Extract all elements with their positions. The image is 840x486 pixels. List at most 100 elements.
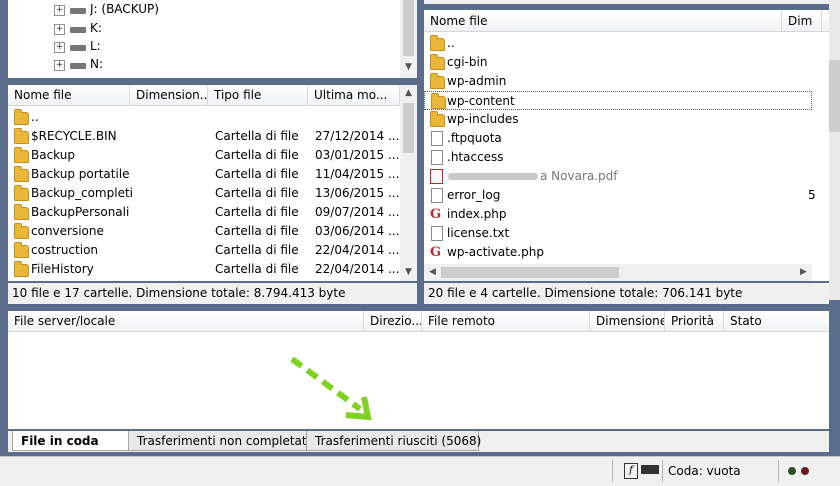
status-separator — [612, 460, 613, 482]
list-item[interactable]: G index.php — [424, 205, 812, 224]
queue-status-label: Coda: vuota — [668, 464, 741, 478]
column-header-remote-file[interactable]: File remoto — [422, 311, 590, 331]
file-name: wp-activate.php — [447, 245, 544, 259]
file-name: $RECYCLE.BIN — [31, 129, 117, 143]
file-date: 03/06/2014 ... — [315, 224, 400, 238]
column-header-type[interactable]: Tipo file — [208, 85, 308, 105]
php-icon: G — [430, 207, 442, 222]
scroll-up-icon[interactable]: ▲ — [400, 85, 417, 102]
expand-icon[interactable]: + — [54, 5, 65, 16]
tree-item[interactable]: + N: — [8, 55, 417, 74]
list-item[interactable]: cgi-bin — [424, 53, 812, 72]
tab-queued-files[interactable]: File in coda — [12, 431, 129, 451]
list-item[interactable]: G wp-activate.php — [424, 243, 812, 262]
remote-list-header: Nome file Dim — [424, 11, 829, 32]
file-name: a Novara.pdf — [540, 169, 618, 183]
file-icon — [431, 150, 443, 165]
remote-status-bar: 20 file e 4 cartelle. Dimensione totale:… — [424, 283, 829, 304]
expand-icon[interactable]: + — [54, 60, 65, 71]
window-scrollbar[interactable] — [829, 0, 840, 300]
scroll-right-icon[interactable]: ▶ — [795, 264, 812, 281]
tree-item[interactable]: + J: (BACKUP) — [8, 0, 417, 19]
local-tree-panel[interactable]: + J: (BACKUP) + K: + L: + N: ▼ — [8, 0, 417, 78]
tab-failed-transfers[interactable]: Trasferimenti non completati — [128, 431, 310, 451]
local-list-header: Nome file Dimension... Tipo file Ultima … — [8, 85, 400, 106]
list-item[interactable]: $RECYCLE.BIN Cartella di file 27/12/2014… — [8, 127, 400, 146]
file-name: .. — [447, 36, 455, 50]
folder-icon — [14, 109, 29, 125]
list-item[interactable]: Backup_completi Cartella di file 13/06/2… — [8, 184, 400, 203]
list-item[interactable]: .. — [8, 108, 400, 127]
tree-scrollbar[interactable]: ▼ — [400, 0, 417, 78]
scroll-thumb[interactable] — [829, 60, 840, 132]
activity-led-download-icon — [801, 467, 809, 475]
list-item[interactable]: Backup Cartella di file 03/01/2015 ... — [8, 146, 400, 165]
file-icon — [431, 226, 443, 241]
remote-horizontal-scrollbar[interactable]: ◀ ▶ — [424, 264, 812, 281]
list-item[interactable]: wp-admin — [424, 72, 812, 91]
column-header-size[interactable]: Dim — [782, 11, 822, 31]
list-item[interactable]: license.txt — [424, 224, 812, 243]
expand-icon[interactable]: + — [54, 42, 65, 53]
column-header-name[interactable]: Nome file — [424, 11, 782, 31]
list-item[interactable]: BackupPersonali Cartella di file 09/07/2… — [8, 203, 400, 222]
column-header-status[interactable]: Stato — [724, 311, 829, 331]
column-header-size[interactable]: Dimension... — [130, 85, 208, 105]
annotation-arrow — [290, 356, 372, 421]
local-file-list[interactable]: Nome file Dimension... Tipo file Ultima … — [8, 85, 417, 281]
list-item[interactable]: .. — [424, 34, 812, 53]
file-icon — [431, 131, 443, 146]
folder-icon — [14, 147, 29, 163]
activity-led-upload-icon — [788, 467, 796, 475]
file-date: 09/07/2014 ... — [315, 205, 400, 219]
file-name: .ftpquota — [447, 131, 502, 145]
column-header-priority[interactable]: Priorità — [665, 311, 724, 331]
remote-file-list[interactable]: Nome file Dim .. cgi-bin wp-admin wp-con… — [424, 10, 829, 281]
local-list-scrollbar[interactable]: ▲ ▼ — [400, 85, 417, 281]
php-icon: G — [430, 245, 442, 260]
file-date: 22/04/2014 ... — [315, 262, 400, 276]
list-item[interactable]: FileHistory Cartella di file 22/04/2014 … — [8, 260, 400, 279]
column-header-direction[interactable]: Direzio... — [364, 311, 422, 331]
file-name: FileHistory — [31, 262, 94, 276]
column-header-size[interactable]: Dimensione — [590, 311, 665, 331]
file-type: Cartella di file — [215, 243, 299, 257]
list-item[interactable]: error_log 5 — [424, 186, 816, 205]
binary-mode-icon[interactable] — [641, 465, 659, 474]
list-item[interactable]: Backup portatile Cartella di file 11/04/… — [8, 165, 400, 184]
file-name: cgi-bin — [447, 55, 488, 69]
tree-item[interactable]: + K: — [8, 19, 417, 38]
list-item[interactable]: .htaccess — [424, 148, 812, 167]
file-type: Cartella di file — [215, 148, 299, 162]
file-name: wp-admin — [447, 74, 507, 88]
filter-icon[interactable]: f — [624, 463, 638, 479]
list-item[interactable]: wp-includes — [424, 110, 812, 129]
scroll-left-icon[interactable]: ◀ — [424, 264, 441, 281]
column-header-local-file[interactable]: File server/locale — [8, 311, 364, 331]
scroll-thumb[interactable] — [441, 267, 619, 278]
list-item[interactable]: costruction Cartella di file 22/04/2014 … — [8, 241, 400, 260]
list-item[interactable]: a Novara.pdf — [424, 167, 812, 186]
folder-icon — [430, 73, 445, 89]
column-header-modified[interactable]: Ultima mo... — [308, 85, 400, 105]
scroll-down-icon[interactable]: ▼ — [400, 264, 417, 281]
transfer-queue[interactable]: File server/locale Direzio... File remot… — [8, 311, 829, 429]
tree-item-label: K: — [90, 21, 102, 35]
scroll-thumb[interactable] — [403, 0, 414, 56]
folder-icon — [14, 166, 29, 182]
folder-icon — [14, 185, 29, 201]
expand-icon[interactable]: + — [54, 24, 65, 35]
scroll-thumb[interactable] — [403, 103, 414, 153]
column-header-name[interactable]: Nome file — [8, 85, 130, 105]
app-status-bar: f Coda: vuota — [0, 456, 840, 486]
list-item[interactable]: .ftpquota — [424, 129, 812, 148]
list-item[interactable]: conversione Cartella di file 03/06/2014 … — [8, 222, 400, 241]
file-date: 22/04/2014 ... — [315, 243, 400, 257]
tab-successful-transfers[interactable]: Trasferimenti riusciti (5068) — [306, 431, 481, 451]
tree-item[interactable]: + L: — [8, 37, 417, 56]
list-item-focused[interactable]: wp-content — [424, 91, 812, 110]
folder-icon — [430, 35, 445, 51]
file-name: index.php — [447, 207, 507, 221]
scroll-down-icon[interactable]: ▼ — [400, 59, 417, 76]
drive-icon — [70, 63, 86, 69]
